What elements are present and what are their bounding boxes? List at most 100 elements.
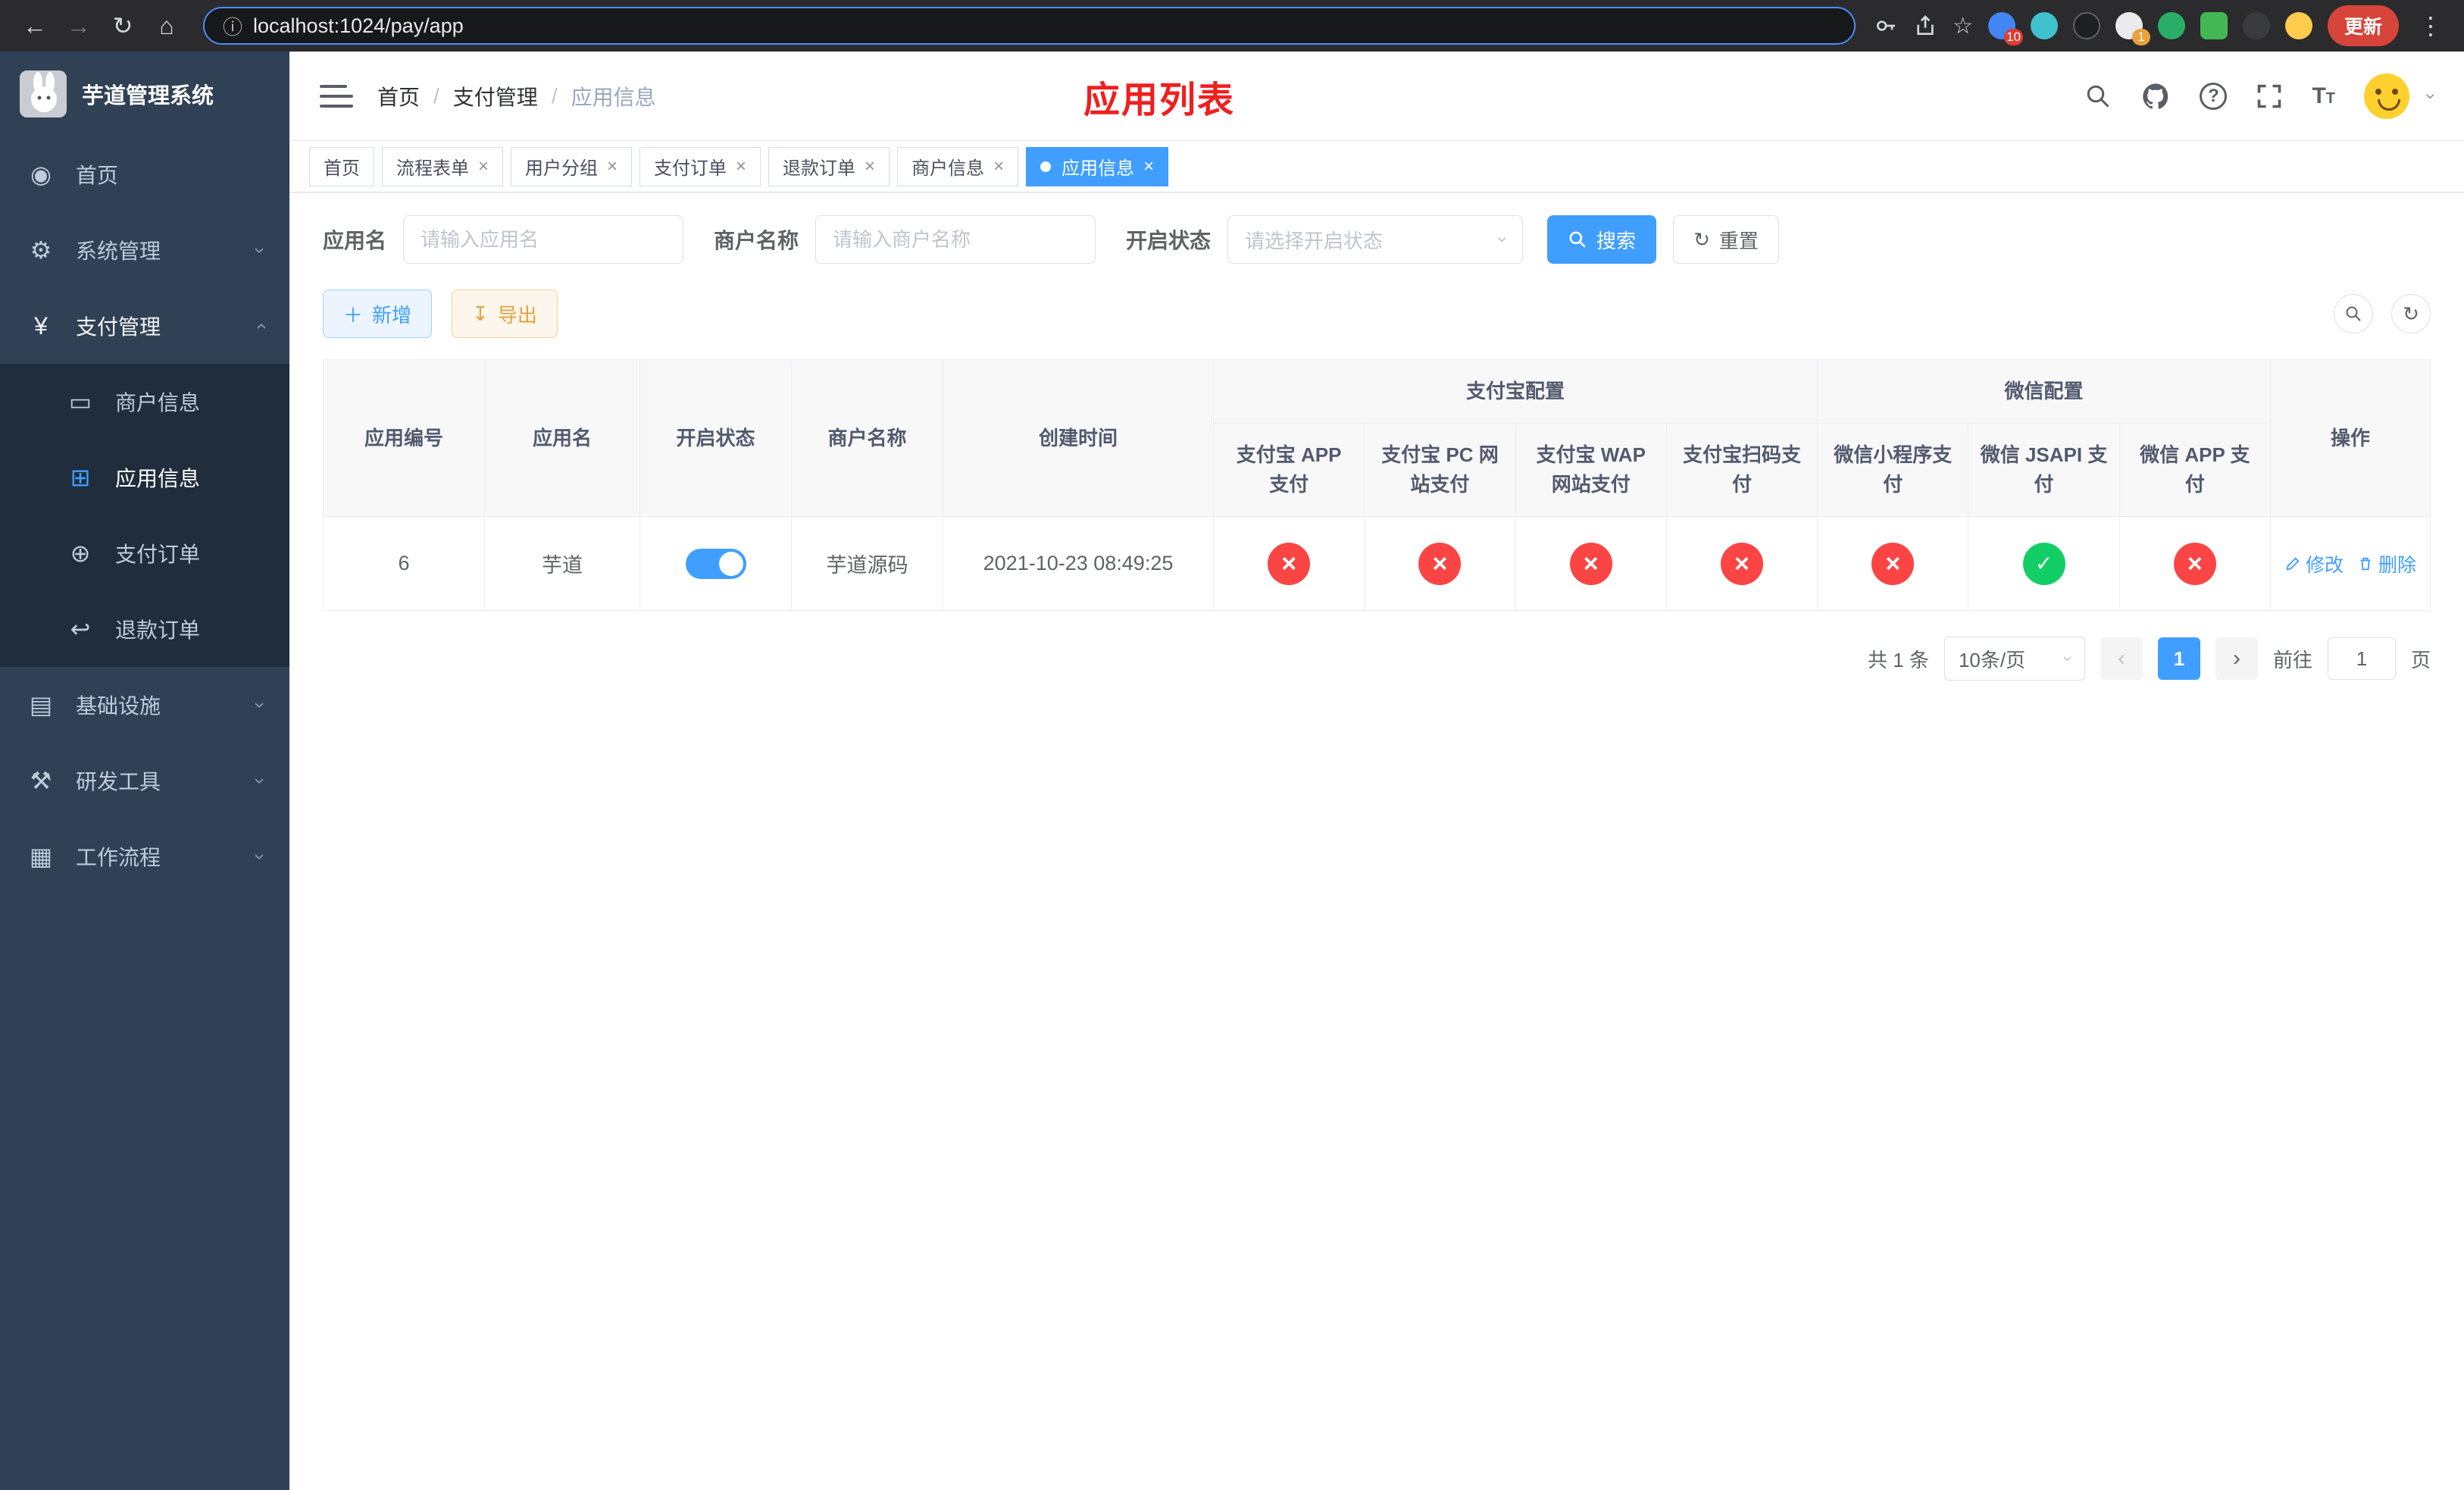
chevron-right-icon: › [2232,646,2240,671]
add-button-label: 新增 [372,303,412,327]
pencil-icon [2286,556,2300,571]
tab-label: 商户信息 [911,158,985,179]
breadcrumb-payment[interactable]: 支付管理 [453,81,538,111]
cell-alipay-qr [1665,516,1818,611]
header-app-id: 应用编号 [323,359,485,517]
cell-app-id: 6 [323,516,485,611]
page-title-annotation: 应用列表 [1083,80,1236,121]
sidebar-item-refund-orders[interactable]: ↩ 退款订单 [0,591,289,667]
tab-pay-orders[interactable]: 支付订单 × [639,146,761,186]
reset-button[interactable]: ↻ 重置 [1673,215,1779,264]
update-button[interactable]: 更新 [2327,5,2399,46]
bookmark-star-icon[interactable]: ☆ [1953,13,1973,39]
forward-icon[interactable]: → [61,8,97,44]
extension-puzzle-icon[interactable]: 10 [1987,12,2023,45]
app-table: 应用编号 应用名 开启状态 商户名称 创建时间 支付宝配置 微信配置 操作 支付… [323,359,2431,611]
share-icon[interactable] [1913,14,1937,38]
goto-page-input[interactable] [2327,637,2396,680]
extension-light-icon[interactable]: 1 [2115,12,2150,45]
github-icon[interactable] [2140,81,2171,111]
app-name-input[interactable] [403,215,684,264]
extension-gem-icon[interactable] [2030,12,2058,39]
close-icon[interactable]: × [736,156,746,177]
merchant-name-input[interactable] [815,215,1096,264]
sidebar-item-payment[interactable]: ¥ 支付管理 › [0,288,289,364]
tab-home[interactable]: 首页 [309,146,374,186]
logo-avatar [20,70,67,117]
menu-dots-icon[interactable]: ⋮ [2414,11,2447,40]
cross-status-icon [2173,542,2216,585]
header-alipay-group: 支付宝配置 [1212,359,1818,424]
caret-down-icon[interactable]: › [2420,93,2441,99]
edit-link[interactable]: 修改 [2284,550,2344,578]
close-icon[interactable]: × [993,156,1004,177]
header-wx-jsapi: 微信 JSAPI 支付 [1968,423,2120,517]
search-form: 应用名 商户名称 开启状态 请选择开启状态 › 搜索 ↻ 重置 [323,215,2431,264]
avatar[interactable] [2364,73,2409,119]
tab-process-form[interactable]: 流程表单 × [382,146,504,186]
trash-icon [2360,557,2371,570]
status-select[interactable]: 请选择开启状态 › [1227,215,1524,264]
sidebar-item-infrastructure[interactable]: ▤ 基础设施 › [0,667,289,743]
home-icon[interactable]: ⌂ [149,8,185,44]
info-icon[interactable]: ⓘ [223,12,242,40]
cell-status [639,516,792,611]
sidebar-item-system[interactable]: ⚙ 系统管理 › [0,212,289,288]
tab-refund-orders[interactable]: 退款订单 × [768,146,890,186]
close-icon[interactable]: × [865,156,875,177]
toggle-search-button[interactable] [2334,294,2373,333]
order-icon: ⊕ [70,540,91,567]
next-page-button[interactable]: › [2215,637,2258,680]
status-toggle[interactable] [685,548,746,579]
sidebar-item-home[interactable]: ◉ 首页 [0,136,289,212]
cross-status-icon [1569,542,1612,585]
breadcrumb-separator: / [433,83,439,108]
merchant-name-label: 商户名称 [714,229,799,252]
tab-user-group[interactable]: 用户分组 × [511,146,633,186]
extension-dark-icon[interactable] [2072,12,2100,39]
cross-status-icon [1720,542,1763,585]
browser-actions: ☆ 10 1 更新 ⋮ [1874,5,2447,46]
extension-chat-icon[interactable] [2200,12,2228,39]
chevron-down-icon: › [249,853,273,860]
sidebar-item-merchant-info[interactable]: ▭ 商户信息 [0,364,289,440]
header-wx-app: 微信 APP 支付 [2118,423,2272,517]
add-button[interactable]: ＋ 新增 [323,290,433,338]
key-icon[interactable] [1874,14,1898,38]
sidebar-item-dev-tools[interactable]: ⚒ 研发工具 › [0,743,289,819]
sidebar-item-label: 基础设施 [76,694,161,718]
chevron-down-icon: › [1493,236,1514,243]
page-size-select[interactable]: 10条/页 › [1943,637,2085,681]
sidebar-item-label: 应用信息 [115,467,201,490]
reload-icon[interactable]: ↻ [105,8,141,44]
edit-link-label: 修改 [2305,554,2344,576]
close-icon[interactable]: × [607,156,618,177]
gear-icon: ⚙ [30,236,52,264]
tab-app-info[interactable]: 应用信息 × [1026,146,1169,186]
header-alipay-app: 支付宝 APP 支付 [1212,423,1365,517]
prev-page-button[interactable]: ‹ [2100,637,2143,680]
sidebar-item-workflow[interactable]: ▦ 工作流程 › [0,819,289,894]
delete-link[interactable]: 删除 [2357,550,2416,578]
fullscreen-icon[interactable] [2256,83,2283,110]
close-icon[interactable]: × [1143,156,1154,177]
sidebar-item-pay-orders[interactable]: ⊕ 支付订单 [0,515,289,591]
extension-green-circle-icon[interactable] [2157,12,2185,39]
search-icon[interactable] [2084,83,2112,110]
breadcrumb-home[interactable]: 首页 [377,81,420,111]
refresh-table-button[interactable]: ↻ [2391,294,2431,333]
help-icon[interactable]: ? [2200,82,2228,110]
export-button[interactable]: ↧ 导出 [452,290,558,338]
app-logo-row[interactable]: 芋道管理系统 [0,52,289,136]
tab-merchant-info[interactable]: 商户信息 × [897,146,1019,186]
back-icon[interactable]: ← [17,8,53,44]
address-bar[interactable]: ⓘ localhost:1024/pay/app [203,7,1856,45]
page-number-button[interactable]: 1 [2157,637,2200,680]
close-icon[interactable]: × [478,156,489,177]
sidebar-item-app-info[interactable]: ⊞ 应用信息 [0,440,289,515]
search-button[interactable]: 搜索 [1547,215,1657,264]
font-size-icon[interactable]: TT [2312,83,2335,109]
emoji-extension-icon[interactable] [2284,12,2312,39]
pin-icon[interactable] [2242,12,2270,39]
hamburger-icon[interactable] [320,80,353,113]
